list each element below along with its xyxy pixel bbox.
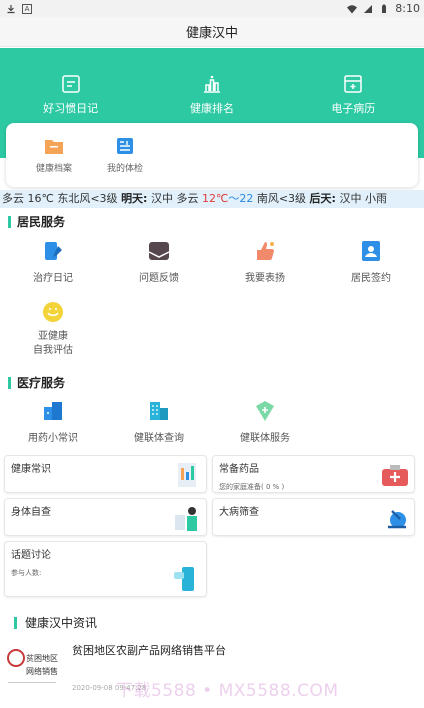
thumb-line1: 贫困地区农副产品 bbox=[26, 653, 58, 663]
alliance-query-button[interactable]: 健联体查询 bbox=[106, 399, 212, 444]
treatment-diary-button[interactable]: 治疗日记 bbox=[0, 239, 106, 284]
folder-icon bbox=[45, 140, 63, 154]
section-title-text: 健康汉中资讯 bbox=[25, 616, 98, 630]
status-bar: A 8:10 bbox=[0, 0, 424, 17]
grid-label: 治疗日记 bbox=[33, 273, 73, 284]
grid-label: 健联体查询 bbox=[134, 433, 184, 444]
medicine-tips-button[interactable]: 用药小常识 bbox=[0, 399, 106, 444]
section-accent bbox=[8, 215, 11, 228]
weather-cond: 多云 bbox=[176, 192, 199, 205]
hero-record-button[interactable]: 电子病历 bbox=[293, 73, 413, 116]
alliance-service-button[interactable]: 健联体服务 bbox=[212, 399, 318, 444]
news-section-title: 健康汉中资讯 bbox=[14, 614, 97, 631]
contract-icon bbox=[362, 241, 380, 261]
medicine-box-icon bbox=[44, 402, 62, 420]
news-headline: 贫困地区农副产品网络销售平台 bbox=[72, 644, 226, 657]
section-accent bbox=[8, 376, 11, 389]
news-item[interactable]: 贫困地区农副产品 网络销售平台 贫困地区农副产品网络销售平台 2020-09-0… bbox=[6, 640, 418, 701]
weather-ticker: 多云 16℃ 东北风<3级 明天: 汉中 多云 12℃～22 南风<3级 后天:… bbox=[0, 190, 424, 208]
resident-extra-grid: 亚健康 自我评估 bbox=[0, 300, 424, 358]
sub-health-assessment-button[interactable]: 亚健康 自我评估 bbox=[0, 300, 106, 358]
hero-diary-button[interactable]: 好习惯日记 bbox=[11, 73, 131, 116]
resident-section-title: 居民服务 bbox=[8, 213, 65, 230]
ranking-icon bbox=[203, 75, 220, 93]
clock: 8:10 bbox=[395, 2, 420, 15]
weather-sep: ～ bbox=[228, 192, 240, 205]
grid-label: 我要表扬 bbox=[245, 273, 285, 284]
section-accent bbox=[14, 616, 17, 629]
microscope-icon bbox=[388, 510, 406, 529]
grid-label: 健联体服务 bbox=[240, 433, 290, 444]
app-screen: A 8:10 健康汉中 好习惯日记 健康排名 电子病历 健康档案 我的体检 多云… bbox=[0, 0, 424, 708]
building-icon bbox=[150, 402, 168, 420]
thumbs-up-icon bbox=[257, 242, 274, 260]
battery-icon bbox=[382, 4, 387, 13]
wifi-icon bbox=[347, 4, 358, 13]
grid-label-line1: 亚健康 bbox=[38, 331, 68, 342]
quick-card: 健康档案 我的体检 bbox=[6, 123, 418, 187]
tile-label: 话题讨论 bbox=[11, 550, 51, 561]
medical-section-title: 医疗服务 bbox=[8, 374, 65, 391]
signal-icon bbox=[364, 4, 373, 13]
hero-label: 健康排名 bbox=[189, 102, 234, 115]
weather-city2: 汉中 bbox=[339, 192, 362, 205]
weather-wind: 南风<3级 bbox=[256, 192, 307, 205]
news-thumbnail: 贫困地区农副产品 网络销售平台 bbox=[7, 649, 58, 683]
card-label: 我的体检 bbox=[107, 164, 144, 174]
smile-face-icon bbox=[43, 302, 63, 322]
serious-illness-screening-tile[interactable]: 大病筛查 bbox=[212, 498, 415, 536]
weather-tomorrow-label: 明天: bbox=[121, 192, 148, 205]
weather-after-label: 后天: bbox=[309, 192, 336, 205]
section-title-text: 医疗服务 bbox=[17, 376, 66, 390]
diary-icon bbox=[61, 75, 80, 93]
checkup-icon bbox=[117, 138, 134, 154]
phone-pen-icon bbox=[45, 242, 62, 260]
standing-drugs-tile[interactable]: 常备药品 您的家庭准备( 0 % ) bbox=[212, 455, 415, 493]
hero-label: 好习惯日记 bbox=[43, 102, 99, 115]
weather-cond2: 小雨 bbox=[364, 192, 387, 205]
mail-icon bbox=[148, 242, 170, 260]
doctor-icon bbox=[175, 507, 197, 531]
grid-label: 问题反馈 bbox=[139, 273, 179, 284]
medical-record-icon bbox=[344, 75, 363, 93]
weather-city: 汉中 bbox=[150, 192, 173, 205]
grid-label: 居民签约 bbox=[351, 273, 391, 284]
health-file-button[interactable]: 健康档案 bbox=[36, 136, 72, 174]
hero-label: 电子病历 bbox=[331, 102, 376, 115]
health-knowledge-tile[interactable]: 健康常识 bbox=[4, 455, 207, 493]
card-label: 健康档案 bbox=[36, 164, 73, 174]
grid-label: 用药小常识 bbox=[28, 433, 78, 444]
watermark: 下载5588 • MX5588.COM bbox=[116, 681, 339, 701]
feedback-button[interactable]: 问题反馈 bbox=[106, 239, 212, 284]
thumb-line2: 网络销售平台 bbox=[26, 666, 58, 676]
weather-temp-low: 22 bbox=[239, 192, 254, 205]
hero-ranking-button[interactable]: 健康排名 bbox=[152, 73, 272, 116]
weather-temp-high: 12℃ bbox=[201, 192, 229, 205]
phone-chat-icon bbox=[174, 567, 194, 591]
resident-services-grid: 治疗日记 问题反馈 我要表扬 居民签约 bbox=[0, 239, 424, 284]
section-title-text: 居民服务 bbox=[17, 215, 66, 229]
self-check-tile[interactable]: 身体自查 bbox=[4, 498, 207, 536]
medicine-kit-icon bbox=[382, 465, 408, 486]
praise-button[interactable]: 我要表扬 bbox=[212, 239, 318, 284]
grid-label-line2: 自我评估 bbox=[33, 345, 73, 356]
clipboard-chart-icon bbox=[178, 463, 196, 487]
download-icon bbox=[7, 4, 15, 13]
topic-discussion-tile[interactable]: 话题讨论 参与人数: bbox=[4, 541, 207, 597]
shield-plus-icon bbox=[256, 401, 274, 421]
medical-services-grid: 用药小常识 健联体查询 健联体服务 bbox=[0, 399, 424, 444]
my-checkup-button[interactable]: 我的体检 bbox=[107, 136, 143, 174]
weather-today: 多云 16℃ 东北风<3级 bbox=[2, 192, 118, 205]
resident-contract-button[interactable]: 居民签约 bbox=[318, 239, 424, 284]
page-title: 健康汉中 bbox=[0, 17, 424, 47]
notification-a-icon: A bbox=[22, 3, 32, 14]
